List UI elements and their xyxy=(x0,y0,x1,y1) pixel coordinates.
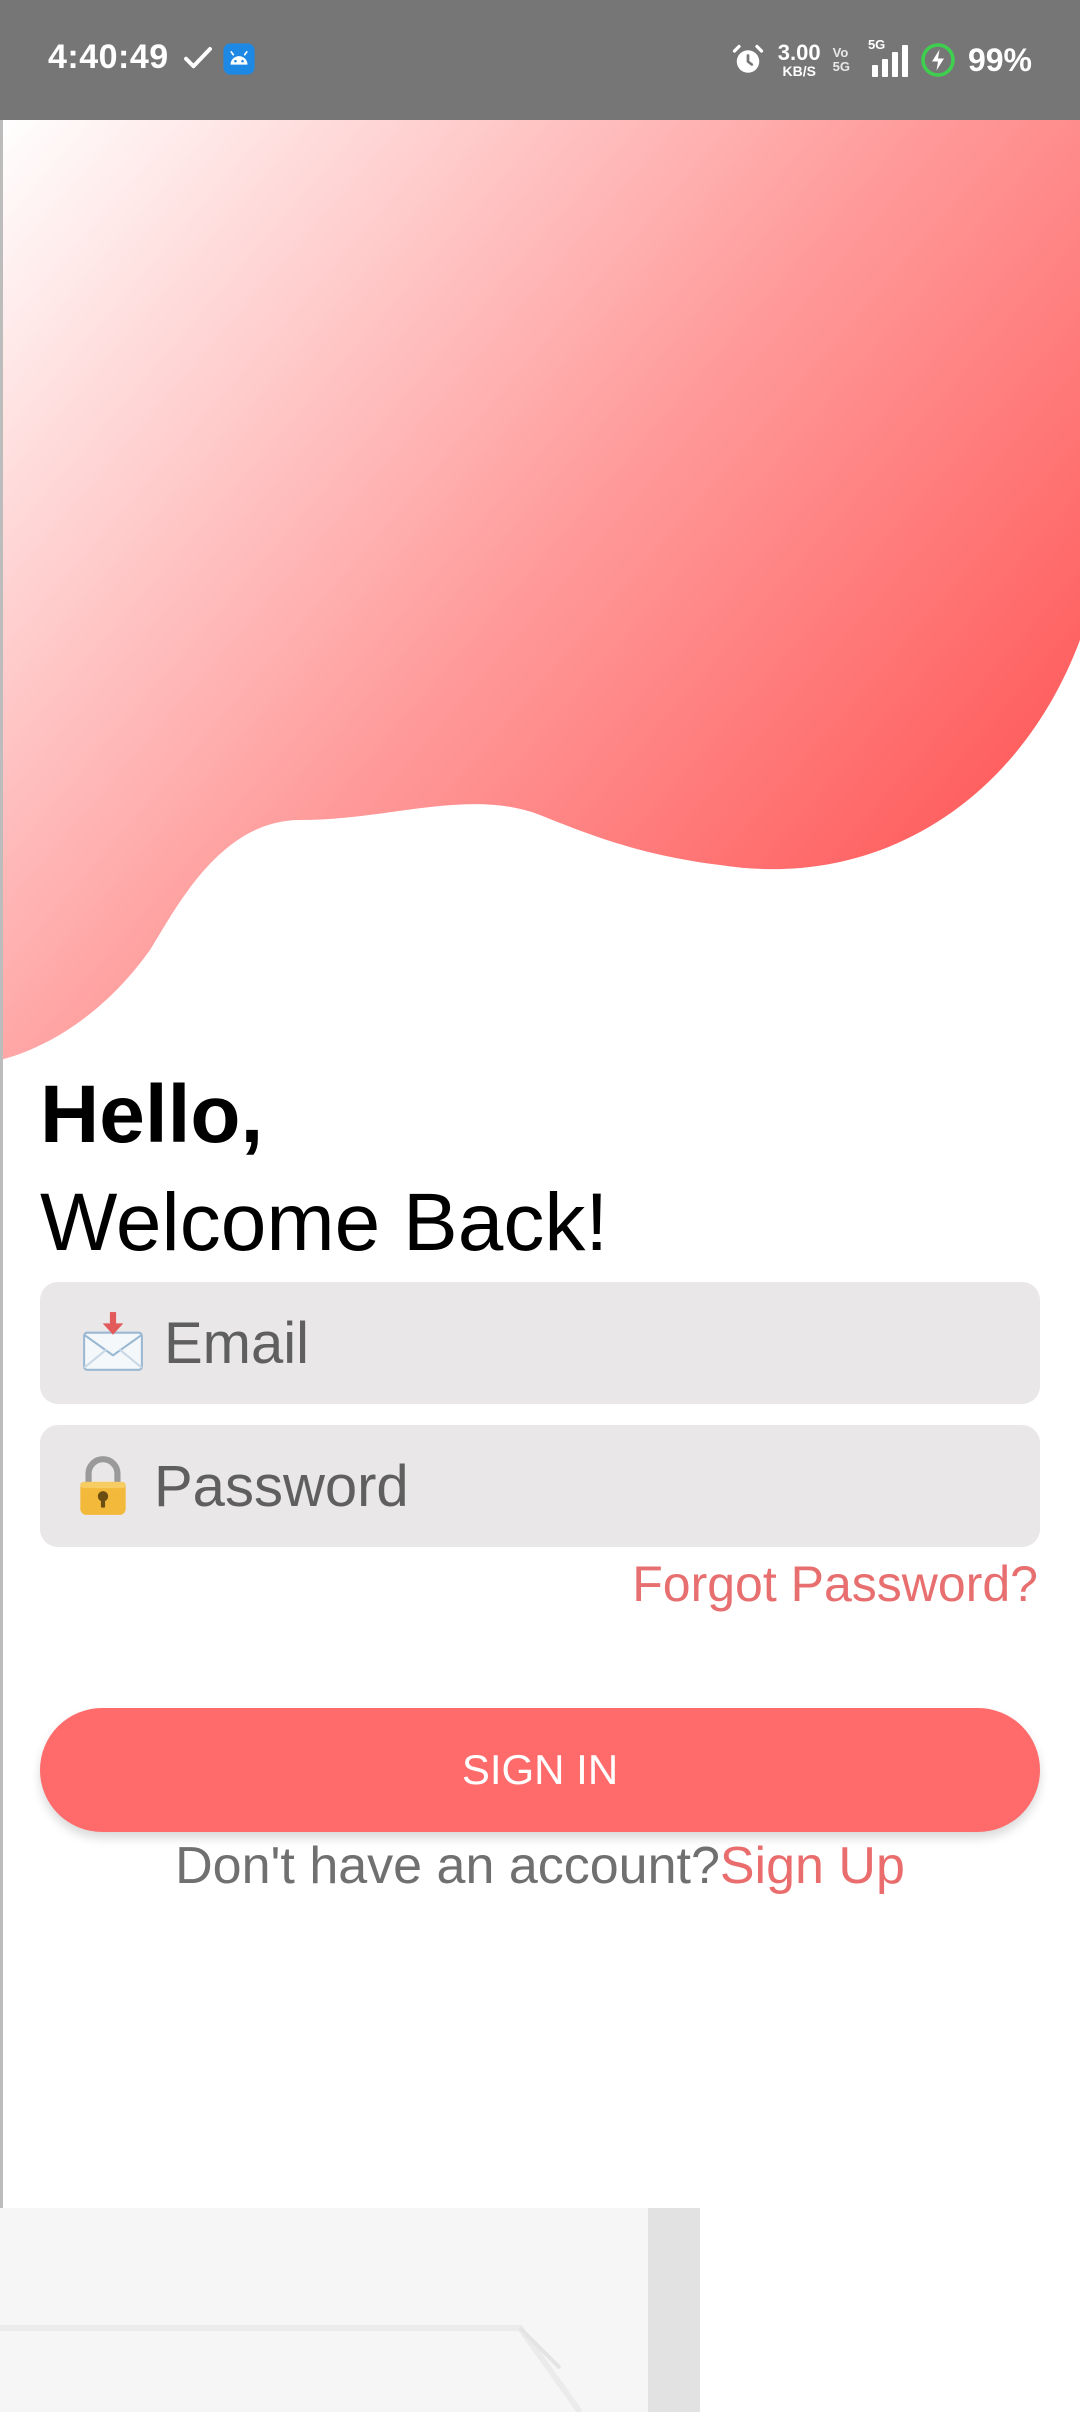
greeting-hello: Hello, xyxy=(40,1069,264,1160)
envelope-icon xyxy=(83,1312,143,1371)
signup-prompt: Don't have an account?Sign Up xyxy=(0,1836,1080,1896)
forgot-password-link[interactable]: Forgot Password? xyxy=(632,1555,1038,1613)
lock-icon xyxy=(80,1456,126,1515)
battery-percentage: 99% xyxy=(967,41,1032,78)
left-edge-line xyxy=(0,120,3,2412)
signal-icon: 5G xyxy=(868,37,908,77)
check-icon xyxy=(184,47,212,69)
sign-up-link[interactable]: Sign Up xyxy=(720,1837,905,1895)
status-indicators: 3.00 KB/S Vo 5G 5G 99% xyxy=(730,36,1032,84)
sign-in-button[interactable]: SIGN IN xyxy=(40,1708,1040,1832)
volte-top: Vo xyxy=(832,44,849,60)
password-field[interactable] xyxy=(40,1425,1040,1547)
header-wave-decoration xyxy=(0,120,1080,1060)
battery-charging-icon xyxy=(921,43,955,77)
network-speed-value: 3.00 xyxy=(777,40,821,65)
greeting-welcome: Welcome Back! xyxy=(40,1177,609,1268)
network-type: 5G xyxy=(867,37,886,52)
no-account-text: Don't have an account? xyxy=(175,1837,720,1895)
email-field[interactable] xyxy=(40,1282,1040,1404)
status-bar: 4:40:49 3.00 KB/S Vo 5G 5G 99% xyxy=(0,0,1080,120)
email-input[interactable] xyxy=(162,1308,1026,1378)
network-speed: 3.00 KB/S xyxy=(777,40,821,79)
volte-indicator: Vo 5G xyxy=(832,44,850,75)
volte-bottom: 5G xyxy=(832,59,850,74)
network-speed-unit: KB/S xyxy=(782,63,816,79)
status-time: 4:40:49 xyxy=(48,38,169,76)
bottom-background-decoration xyxy=(0,2208,700,2412)
alarm-icon xyxy=(732,44,763,73)
password-input[interactable] xyxy=(152,1451,1016,1521)
android-app-icon xyxy=(223,43,255,75)
